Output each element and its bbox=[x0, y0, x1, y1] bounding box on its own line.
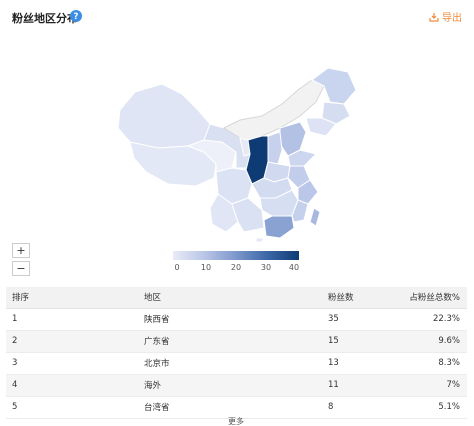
fans-cell: 11 bbox=[328, 374, 400, 397]
region-cell: 海外 bbox=[144, 374, 328, 397]
rank-cell: 1 bbox=[6, 308, 144, 331]
rank-cell: 5 bbox=[6, 396, 144, 419]
pct-cell: 9.6% bbox=[400, 330, 467, 353]
table-row: 2 广东省 15 9.6% bbox=[6, 330, 467, 353]
rank-cell: 2 bbox=[6, 330, 144, 353]
col-fans-header: 粉丝数 bbox=[328, 287, 400, 309]
col-region-header: 地区 bbox=[144, 287, 328, 309]
zoom-out-button[interactable]: − bbox=[12, 261, 30, 276]
help-icon[interactable]: ? bbox=[70, 10, 82, 22]
fans-cell: 8 bbox=[328, 396, 400, 419]
region-hainan[interactable] bbox=[255, 237, 265, 243]
region-guangdong[interactable] bbox=[263, 215, 295, 239]
scale-tick: 10 bbox=[200, 263, 212, 272]
col-rank-header: 排序 bbox=[6, 287, 144, 309]
region-taiwan[interactable] bbox=[309, 207, 321, 227]
color-scale-ticks: 0 10 20 30 40 bbox=[173, 263, 303, 275]
pct-cell: 8.3% bbox=[400, 352, 467, 375]
table-row: 1 陕西省 35 22.3% bbox=[6, 308, 467, 331]
export-button[interactable]: 导出 bbox=[429, 9, 462, 24]
region-xinjiang[interactable] bbox=[117, 83, 211, 149]
panel-header: 粉丝地区分布 ? 导出 bbox=[0, 0, 474, 32]
scale-tick: 0 bbox=[174, 263, 180, 272]
scale-tick: 30 bbox=[260, 263, 272, 272]
export-label: 导出 bbox=[442, 13, 462, 24]
pct-cell: 7% bbox=[400, 374, 467, 397]
col-pct-header: 占粉丝总数% bbox=[400, 287, 467, 309]
pct-cell: 22.3% bbox=[400, 308, 467, 331]
color-scale-bar bbox=[173, 251, 299, 260]
map-svg bbox=[117, 67, 357, 243]
pct-cell: 5.1% bbox=[400, 396, 467, 419]
download-icon bbox=[429, 12, 439, 22]
region-cell: 北京市 bbox=[144, 352, 328, 375]
scale-tick: 40 bbox=[288, 263, 300, 272]
region-guangxi[interactable] bbox=[231, 197, 265, 233]
fans-cell: 15 bbox=[328, 330, 400, 353]
table-header-row: 排序 地区 粉丝数 占粉丝总数% bbox=[6, 287, 467, 309]
region-inner-mongolia[interactable] bbox=[222, 79, 325, 141]
region-shanxi[interactable] bbox=[267, 131, 283, 165]
rank-cell: 3 bbox=[6, 352, 144, 375]
fans-cell: 13 bbox=[328, 352, 400, 375]
more-link[interactable]: 更多 bbox=[228, 416, 244, 426]
region-cell: 陕西省 bbox=[144, 308, 328, 331]
table-row: 3 北京市 13 8.3% bbox=[6, 352, 467, 375]
fans-cell: 35 bbox=[328, 308, 400, 331]
scale-tick: 20 bbox=[230, 263, 242, 272]
table-row: 5 台湾省 8 5.1% bbox=[6, 396, 467, 419]
zoom-in-button[interactable]: + bbox=[12, 243, 30, 258]
table-row: 4 海外 11 7% bbox=[6, 374, 467, 397]
region-table: 排序 地区 粉丝数 占粉丝总数% 1 陕西省 35 22.3% 2 广东省 15… bbox=[6, 287, 467, 419]
color-scale: 0 10 20 30 40 bbox=[173, 251, 303, 275]
china-map[interactable]: + − 0 10 20 30 40 bbox=[0, 32, 474, 284]
region-cell: 台湾省 bbox=[144, 396, 328, 419]
region-cell: 广东省 bbox=[144, 330, 328, 353]
svg-text:?: ? bbox=[74, 12, 79, 22]
panel-title: 粉丝地区分布 bbox=[12, 12, 78, 25]
rank-cell: 4 bbox=[6, 374, 144, 397]
